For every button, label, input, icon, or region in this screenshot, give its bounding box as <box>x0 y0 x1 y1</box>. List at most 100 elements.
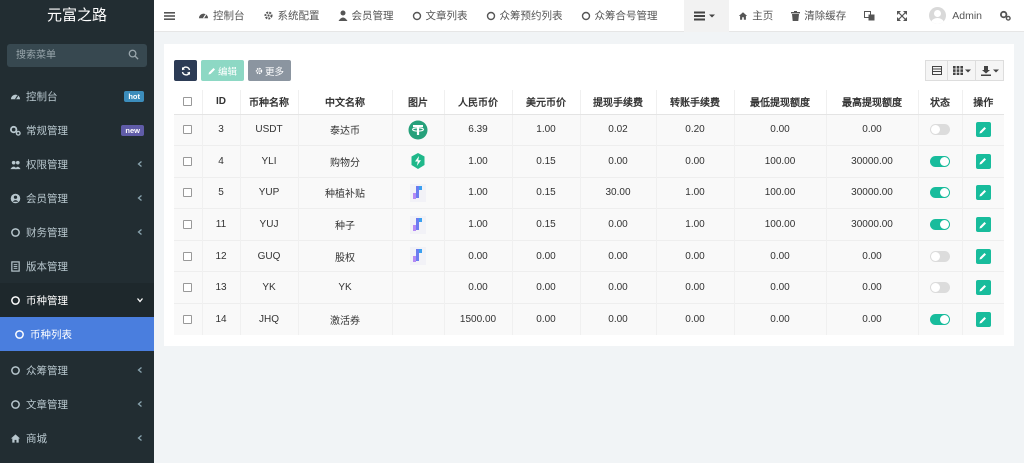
row-edit-button[interactable] <box>975 217 991 233</box>
sidebar-item-currency[interactable]: 币种管理 <box>0 283 154 317</box>
status-toggle[interactable] <box>930 250 950 262</box>
tab-member-management[interactable]: 会员管理 <box>329 0 403 32</box>
status-toggle[interactable] <box>930 219 950 230</box>
coin-image[interactable] <box>408 120 428 140</box>
columns-dropdown-button[interactable] <box>947 60 976 81</box>
home-link[interactable]: 主页 <box>729 0 782 32</box>
row-checkbox[interactable] <box>183 251 193 261</box>
row-checkbox[interactable] <box>183 125 193 135</box>
id-cell: 12 <box>201 239 240 272</box>
image-cell <box>391 113 444 146</box>
code-cell: JHQ <box>239 303 298 336</box>
column-header[interactable]: 币种名称 <box>239 90 298 115</box>
more-button[interactable]: 更多 <box>248 60 291 81</box>
status-toggle[interactable] <box>930 282 950 294</box>
status-toggle[interactable] <box>930 124 950 136</box>
user-menu[interactable]: Admin <box>920 0 991 32</box>
column-header[interactable]: 提现手续费 <box>579 90 656 115</box>
sidebar-item-mall[interactable]: 商城 <box>0 421 154 455</box>
sidebar-item-articles[interactable]: 文章管理 <box>0 387 154 421</box>
refresh-button[interactable] <box>174 60 197 81</box>
min-withdraw-cell: 100.00 <box>733 176 826 209</box>
row-checkbox[interactable] <box>183 156 193 166</box>
tab-label: 众筹预约列表 <box>499 10 563 22</box>
row-checkbox[interactable] <box>183 219 193 229</box>
coin-image[interactable] <box>410 215 426 234</box>
image-cell <box>391 176 444 209</box>
table-row[interactable]: 14 JHQ 激活券 1500.00 0.00 0.00 0.00 0.00 0.00 <box>174 303 1004 336</box>
settings-button[interactable] <box>991 0 1024 32</box>
dashboard-icon <box>10 91 21 102</box>
row-edit-button[interactable] <box>975 280 991 296</box>
bolt-coin-icon <box>411 153 425 170</box>
table-row[interactable]: 5 YUP 种植补贴 1.00 0.15 30.00 1.00 100.00 30000.00 <box>174 176 1004 209</box>
row-checkbox[interactable] <box>183 314 193 324</box>
clear-cache-button[interactable]: 清除缓存 <box>782 0 855 32</box>
tab-crowdfunding-reservations[interactable]: 众筹预约列表 <box>477 0 572 32</box>
row-edit-button[interactable] <box>975 312 991 328</box>
column-header[interactable]: 人民币价 <box>443 90 512 115</box>
row-edit-button[interactable] <box>975 122 991 138</box>
status-toggle[interactable] <box>930 187 950 199</box>
table-row[interactable]: 13 YK YK 0.00 0.00 0.00 0.00 0.00 0.00 <box>174 271 1004 304</box>
sidebar-item-crowdfunding[interactable]: 众筹管理 <box>0 353 154 387</box>
caret-down-icon <box>992 69 999 72</box>
sidebar-item-permissions[interactable]: 权限管理 <box>0 147 154 181</box>
column-header[interactable]: 状态 <box>917 90 962 115</box>
tab-article-list[interactable]: 文章列表 <box>403 0 477 32</box>
search-icon[interactable] <box>128 49 139 60</box>
id-cell: 5 <box>201 176 240 209</box>
language-button[interactable] <box>855 0 888 32</box>
more-label: 更多 <box>264 66 284 78</box>
chevron-left-icon <box>137 229 142 235</box>
row-edit-button[interactable] <box>975 153 991 169</box>
row-edit-button[interactable] <box>975 185 991 201</box>
status-toggle[interactable] <box>930 314 950 326</box>
column-header[interactable]: ID <box>201 90 240 115</box>
table-row[interactable]: 12 GUQ 股权 0.00 0.00 0.00 0.00 0.00 0.00 <box>174 239 1004 272</box>
tabs-dropdown-button[interactable] <box>684 0 730 32</box>
coin-image[interactable] <box>410 183 426 202</box>
tab-system-config[interactable]: 系统配置 <box>254 0 329 32</box>
tab-dashboard[interactable]: 控制台 <box>189 0 254 32</box>
coin-image[interactable] <box>410 247 426 266</box>
column-header[interactable]: 最高提现额度 <box>825 90 918 115</box>
action-cell <box>961 113 1004 146</box>
edit-button[interactable]: 编辑 <box>201 60 244 81</box>
sidebar-item-dashboard[interactable]: 控制台 hot <box>0 79 154 113</box>
max-withdraw-cell: 0.00 <box>825 113 918 146</box>
table-row[interactable]: 4 YLI 购物分 1.00 0.15 0.00 0.00 100.00 30000.00 <box>174 145 1004 178</box>
circle-icon <box>14 329 25 340</box>
coin-image[interactable] <box>411 153 425 170</box>
sidebar-item-members[interactable]: 会员管理 <box>0 181 154 215</box>
column-header[interactable]: 最低提现额度 <box>733 90 826 115</box>
column-header[interactable]: 中文名称 <box>297 90 392 115</box>
table-row[interactable]: 11 YUJ 种子 1.00 0.15 0.00 1.00 100.00 30000.00 <box>174 208 1004 241</box>
column-header[interactable]: 操作 <box>961 90 1004 115</box>
export-dropdown-button[interactable] <box>975 60 1004 81</box>
table-row[interactable]: 3 USDT 泰达币 6.39 1.00 0.02 0.20 0.00 0.00 <box>174 113 1004 146</box>
table-view-tools <box>925 60 1004 81</box>
status-toggle[interactable] <box>930 155 950 167</box>
sidebar-toggle-button[interactable] <box>154 0 189 32</box>
column-header[interactable]: 图片 <box>391 90 444 115</box>
transfer-fee-cell: 0.20 <box>655 113 734 146</box>
sidebar-item-version[interactable]: 版本管理 <box>0 249 154 283</box>
column-header[interactable]: 转账手续费 <box>655 90 734 115</box>
sidebar-item-general[interactable]: 常规管理 new <box>0 113 154 147</box>
tab-crowdfunding-management[interactable]: 众筹合号管理 <box>572 0 667 32</box>
row-checkbox[interactable] <box>183 283 193 293</box>
app-logo[interactable]: 元富之路 <box>0 0 154 32</box>
sidebar-item-finance[interactable]: 财务管理 <box>0 215 154 249</box>
column-header[interactable]: 美元币价 <box>511 90 580 115</box>
toggle-card-view-button[interactable] <box>925 60 948 81</box>
min-withdraw-cell: 100.00 <box>733 208 826 241</box>
fullscreen-button[interactable] <box>888 0 920 32</box>
usd-price-cell: 0.00 <box>511 303 580 336</box>
row-edit-button[interactable] <box>975 248 991 264</box>
select-all-checkbox[interactable] <box>183 97 193 107</box>
menu-search-input[interactable] <box>7 44 147 67</box>
sidebar-item-currency-list[interactable]: 币种列表 <box>0 317 154 351</box>
top-navbar: 控制台 系统配置 会员管理 文章列表 众筹预约列表 众筹合号管理 主页 清除缓存 <box>154 0 1024 32</box>
row-checkbox[interactable] <box>183 188 193 198</box>
